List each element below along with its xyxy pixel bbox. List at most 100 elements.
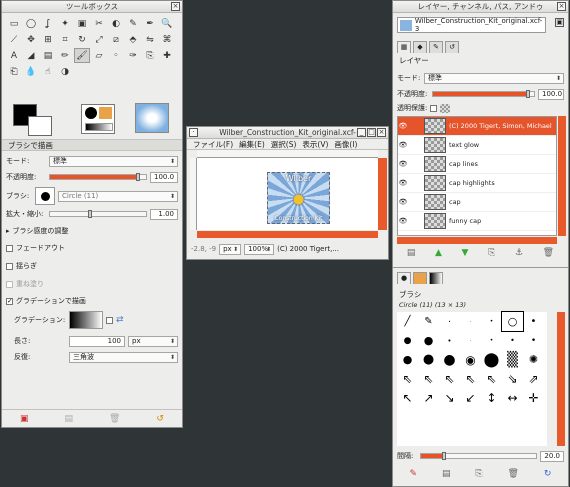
brush-item[interactable]: ✺ [523,350,544,369]
tab-undo[interactable]: ↺ [445,41,459,53]
brush-item[interactable]: • [523,312,544,331]
ink-icon[interactable]: ✑ [125,48,141,63]
perspective-icon[interactable]: ⬘ [125,32,141,47]
brush-item[interactable]: ↕ [481,388,502,407]
dodge-burn-icon[interactable]: ◑ [57,64,73,79]
brush-item[interactable]: ✛ [523,388,544,407]
visibility-eye-icon[interactable]: 👁 [398,160,408,168]
brush-grid[interactable]: ╱ ✎ • · • ○ • ● ● • · • • • ● ● ● ◉ ⬤ ▒ ✺ ⇖ ⇖ ⇖ ⇖ ⇖ ⇘ ⇗ ↖ ↗ ↘ ↙ ↕ ↔ ✛ [397,311,547,446]
zoom-icon[interactable]: 🔍 [159,16,175,31]
measure-icon[interactable]: ⟋ [6,32,22,47]
tab-gradients[interactable] [429,272,443,284]
move-icon[interactable]: ✥ [23,32,39,47]
horizontal-ruler[interactable] [197,150,378,158]
menu-item[interactable]: 編集(E) [239,139,265,149]
lasso-icon[interactable]: ʆ [40,16,56,31]
swap-arrows-icon[interactable]: ⇄ [116,315,124,325]
perspective-clone-icon[interactable]: ⎗ [6,64,22,79]
duplicate-brush-icon[interactable]: ⎘ [475,469,482,483]
horizontal-scrollbar[interactable] [197,231,378,238]
layer-list-hscroll[interactable] [397,237,557,244]
fg-bg-colors[interactable] [13,104,53,136]
brush-name-field[interactable]: Circle (11) [58,190,178,202]
brush-grid-scrollbar[interactable] [557,312,565,446]
brush-item[interactable]: ⇖ [481,369,502,388]
foreground-select-icon[interactable]: ◐ [108,16,124,31]
expander-icon[interactable]: ▸ [6,227,10,235]
menu-item[interactable]: 選択(S) [271,139,297,149]
visibility-eye-icon[interactable]: 👁 [398,141,408,149]
delete-brush-icon[interactable]: 🗑 [508,469,519,483]
paintbrush-icon[interactable]: 🖌 [74,48,90,63]
new-layer-icon[interactable]: ▤ [407,248,416,262]
layer-row[interactable]: 👁 text glow [398,136,556,155]
image-titlebar[interactable]: · Wilber_Construction_Kit_original.xcf- … [187,127,388,139]
brush-item[interactable]: · [460,312,481,331]
brush-item[interactable]: ⬤ [481,350,502,369]
brush-item[interactable]: ● [418,331,439,350]
visibility-eye-icon[interactable]: 👁 [398,122,408,130]
brush-dynamics-expander[interactable]: ブラシ感度の調整 [13,226,69,236]
tab-channels[interactable]: ◆ [413,41,427,53]
shear-icon[interactable]: ⧄ [108,32,124,47]
eraser-icon[interactable]: ▱ [91,48,107,63]
rotate-icon[interactable]: ↻ [74,32,90,47]
spacing-spin[interactable]: 20.0 [540,450,564,462]
brush-item[interactable]: ╱ [397,312,418,331]
layer-opacity-slider[interactable] [432,90,535,98]
brush-pattern-gradient-preview[interactable] [81,104,115,134]
repeat-combo[interactable]: 三角波 [69,351,178,363]
opacity-slider[interactable] [49,173,147,181]
jitter-checkbox[interactable] [6,262,13,270]
brush-item[interactable]: ↘ [439,388,460,407]
align-icon[interactable]: ⊞ [40,32,56,47]
vertical-ruler[interactable] [190,158,197,230]
ellipse-select-icon[interactable]: ◯ [23,16,39,31]
refresh-brushes-icon[interactable]: ↻ [544,469,552,483]
layer-row[interactable]: 👁 cap [398,193,556,212]
blur-icon[interactable]: 💧 [23,64,39,79]
menu-item[interactable]: 画像(I) [334,139,357,149]
brush-item[interactable]: • [439,312,460,331]
layer-list[interactable]: 👁 (C) 2000 Tigert, Simon, Michael 👁 text gl… [397,116,557,236]
brush-item[interactable]: ⇗ [523,369,544,388]
layer-row[interactable]: 👁 cap highlights [398,174,556,193]
brush-item[interactable]: ● [397,350,418,369]
duplicate-layer-icon[interactable]: ⎘ [488,248,495,262]
scissors-icon[interactable]: ✂ [91,16,107,31]
spacing-slider[interactable] [420,452,537,460]
lock-alpha-checkbox[interactable] [430,104,438,112]
brush-item[interactable]: • [481,312,502,331]
heal-icon[interactable]: ✚ [159,48,175,63]
layer-list-scrollbar[interactable] [558,116,566,236]
layer-row[interactable]: 👁 cap lines [398,155,556,174]
reset-options-icon[interactable]: ↺ [156,414,164,424]
brush-item[interactable]: ⇘ [502,369,523,388]
zoom-combo[interactable]: 100% [244,243,275,255]
window-menu-icon[interactable]: · [189,128,198,137]
background-color-swatch[interactable] [28,116,52,136]
brush-item[interactable]: ▒ [502,350,523,369]
vertical-scrollbar[interactable] [378,158,387,230]
mode-combo[interactable]: 標準 [49,155,178,167]
unit-combo[interactable]: px [219,243,242,255]
scale-spin[interactable]: 1.00 [150,208,178,220]
active-image-thumbnail[interactable] [135,103,169,133]
cage-icon[interactable]: ⌘ [159,32,175,47]
brush-item[interactable]: ● [439,350,460,369]
brush-item[interactable]: ↖ [397,388,418,407]
flip-icon[interactable]: ⇋ [142,32,158,47]
crop-icon[interactable]: ⌗ [57,32,73,47]
delete-layer-icon[interactable]: 🗑 [543,248,554,262]
paths-icon[interactable]: ✎ [125,16,141,31]
menu-item[interactable]: ファイル(F) [193,139,233,149]
brush-item[interactable]: ↙ [460,388,481,407]
visibility-eye-icon[interactable]: 👁 [398,179,408,187]
image-selector[interactable]: Wilber_Construction_Kit_original.xcf-3 [397,17,546,33]
layer-row[interactable]: 👁 (C) 2000 Tigert, Simon, Michael [398,117,556,136]
raise-layer-icon[interactable]: ▲ [435,248,442,262]
anchor-layer-icon[interactable]: ⚓ [515,248,523,262]
brush-item[interactable]: • [481,331,502,350]
color-select-icon[interactable]: ▣ [74,16,90,31]
incremental-checkbox[interactable] [6,280,13,288]
